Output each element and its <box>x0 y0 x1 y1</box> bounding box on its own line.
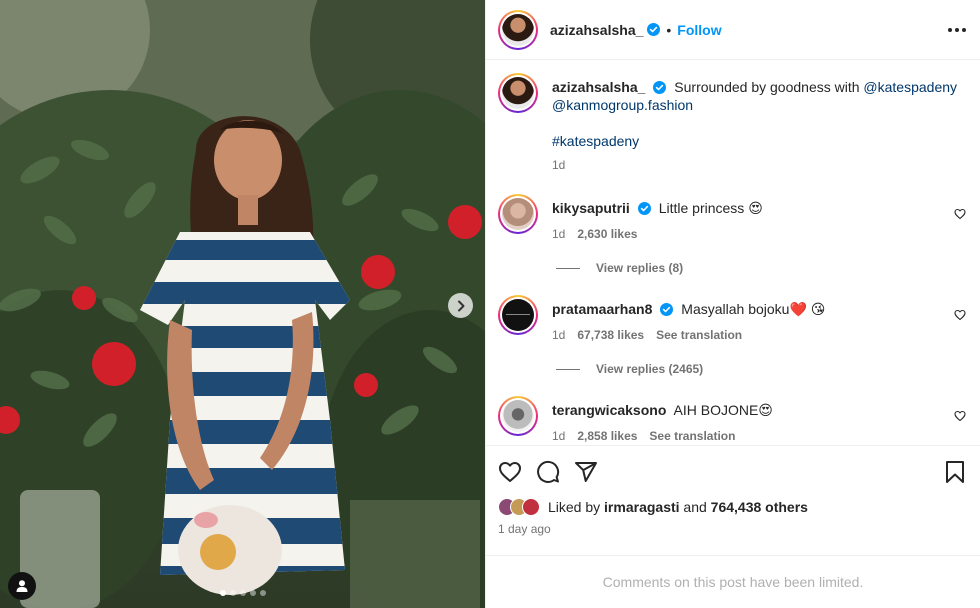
comment-text: Masyallah bojoku❤️ 😘 <box>681 301 826 317</box>
comment-text: Little princess 😍 <box>658 200 763 216</box>
comments-limited-notice: Comments on this post have been limited. <box>486 555 980 608</box>
carousel-dot <box>259 590 266 596</box>
post-header: azizahsalsha_ • Follow <box>486 0 980 60</box>
caption-time[interactable]: 1d <box>552 156 565 174</box>
see-translation-button[interactable]: See translation <box>649 427 735 445</box>
post-side-panel: azizahsalsha_ • Follow azizahsalsha_ Sur… <box>485 0 980 608</box>
next-arrow-icon <box>457 300 464 311</box>
like-comment-heart-icon[interactable] <box>954 309 966 321</box>
comment-time[interactable]: 1d <box>552 326 565 344</box>
view-replies-button[interactable]: View replies (8) <box>556 261 966 275</box>
comment-item: pratamaarhan8 Masyallah bojoku❤️ 😘 1d 67… <box>498 295 966 344</box>
liked-by-prefix: Liked by <box>548 499 601 515</box>
post-photo[interactable] <box>0 0 485 608</box>
share-icon[interactable] <box>574 460 598 484</box>
carousel-dot <box>219 590 226 596</box>
view-replies-label: View replies (2465) <box>596 362 704 376</box>
caption-username[interactable]: azizahsalsha_ <box>552 79 645 95</box>
comment-likes[interactable]: 67,738 likes <box>577 326 644 344</box>
comment-likes[interactable]: 2,630 likes <box>577 225 637 243</box>
likes-count[interactable]: 764,438 others <box>711 499 808 515</box>
carousel-dot <box>249 590 256 596</box>
comment-time[interactable]: 1d <box>552 225 565 243</box>
save-icon[interactable] <box>944 460 966 484</box>
caption-text: Surrounded by goodness with <box>674 79 860 95</box>
verified-badge-icon <box>660 303 674 316</box>
comment-item: kikysaputrii Little princess 😍 1d 2,630 … <box>498 194 966 243</box>
follow-button[interactable]: Follow <box>677 22 721 38</box>
comment-likes[interactable]: 2,858 likes <box>577 427 637 445</box>
commenter-avatar[interactable] <box>498 295 538 335</box>
next-image-button[interactable] <box>448 293 473 318</box>
more-options-icon[interactable] <box>948 27 966 32</box>
comments-list[interactable]: azizahsalsha_ Surrounded by goodness wit… <box>486 61 980 445</box>
caption-author-avatar[interactable] <box>498 73 538 113</box>
post-date[interactable]: 1 day ago <box>498 522 966 536</box>
view-replies-label: View replies (8) <box>596 261 684 275</box>
like-comment-heart-icon[interactable] <box>954 410 966 422</box>
likes-summary: Liked by irmaragasti and 764,438 others <box>498 498 966 516</box>
comment-time[interactable]: 1d <box>552 427 565 445</box>
commenter-username[interactable]: kikysaputrii <box>552 200 630 216</box>
post-modal: azizahsalsha_ • Follow azizahsalsha_ Sur… <box>0 0 980 608</box>
separator: • <box>666 21 672 38</box>
comment-item: terangwicaksono AIH BOJONE😍 1d 2,858 lik… <box>498 396 966 445</box>
author-avatar[interactable] <box>498 9 538 50</box>
mention-link[interactable]: @kanmogroup.fashion <box>552 97 693 113</box>
comment-icon[interactable] <box>536 460 560 484</box>
carousel-dot <box>229 590 236 596</box>
mention-link[interactable]: @katespadeny <box>863 79 957 95</box>
author-username[interactable]: azizahsalsha_ <box>550 22 643 38</box>
see-translation-button[interactable]: See translation <box>656 326 742 344</box>
like-comment-heart-icon[interactable] <box>954 208 966 220</box>
liker-avatars[interactable] <box>498 498 540 516</box>
caption: azizahsalsha_ Surrounded by goodness wit… <box>498 73 966 174</box>
hashtag-link[interactable]: #katespadeny <box>552 133 639 149</box>
commenter-avatar[interactable] <box>498 396 538 436</box>
verified-badge-icon <box>653 81 667 94</box>
comment-text: AIH BOJONE😍 <box>673 402 773 418</box>
commenter-avatar[interactable] <box>498 194 538 234</box>
heart-icon[interactable] <box>498 460 522 484</box>
commenter-username[interactable]: terangwicaksono <box>552 402 666 418</box>
verified-badge-icon <box>637 202 651 215</box>
carousel-indicator <box>0 590 485 596</box>
liked-by-user[interactable]: irmaragasti <box>604 499 679 515</box>
commenter-username[interactable]: pratamaarhan8 <box>552 301 652 317</box>
photo-scene <box>0 0 485 608</box>
carousel-dot <box>239 590 246 596</box>
view-replies-button[interactable]: View replies (2465) <box>556 362 966 376</box>
post-actions: Liked by irmaragasti and 764,438 others … <box>486 445 980 536</box>
liked-by-and: and <box>683 499 707 515</box>
verified-badge-icon <box>647 23 661 36</box>
